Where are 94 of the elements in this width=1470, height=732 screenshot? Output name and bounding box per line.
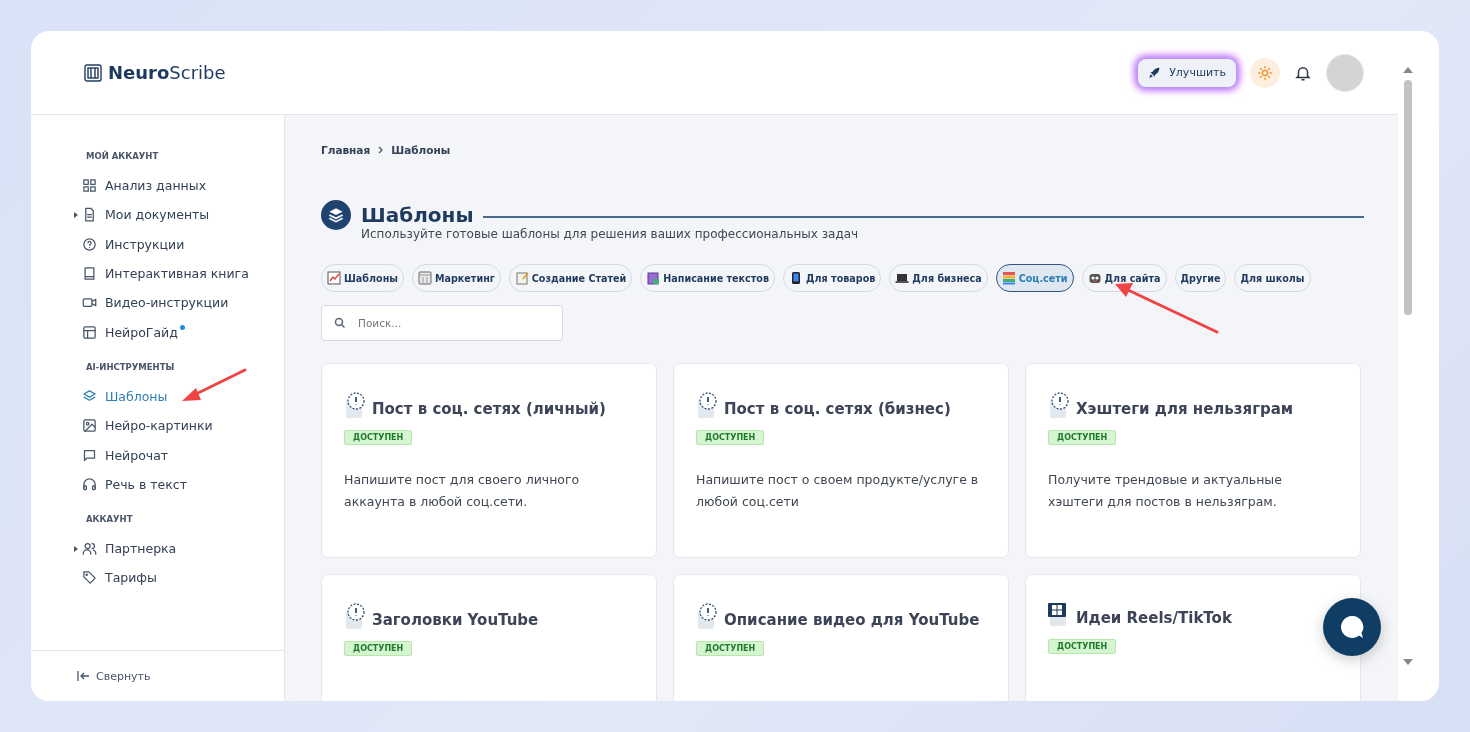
layout-icon <box>82 324 97 340</box>
section-heading: МОЙ АККАУНТ <box>86 151 160 161</box>
notice-icon <box>1048 392 1070 418</box>
status-badge: ДОСТУПЕН <box>344 641 413 656</box>
sidebar-item[interactable]: Мои документы <box>74 200 284 230</box>
search-field[interactable]: Поиск... <box>321 305 563 341</box>
category-tab[interactable]: Другие <box>1174 264 1227 292</box>
rocket-icon <box>1148 66 1162 79</box>
sidebar-item[interactable]: Нейрочат <box>74 440 284 470</box>
card-title: Пост в соц. сетях (бизнес) <box>724 400 951 418</box>
template-card[interactable]: Заголовки YouTube ДОСТУПЕН <box>321 574 657 701</box>
breadcrumb-link[interactable]: Главная <box>321 144 371 156</box>
chat-bubble-icon <box>1339 614 1365 640</box>
theme-toggle[interactable] <box>1250 57 1280 88</box>
card-description: Получите трендовые и актуальные хэштеги для постов в нельзяграм. <box>1048 471 1283 511</box>
sidebar-item[interactable]: Анализ данных <box>74 171 284 201</box>
calendar-icon <box>417 271 432 285</box>
scroll-up-icon[interactable] <box>1403 67 1413 73</box>
card-description: Напишите пост для своего личного аккаунта в любой соц.сети. <box>344 471 581 511</box>
chevron-icon <box>378 146 384 154</box>
logo-icon <box>84 63 102 82</box>
layers-icon <box>321 200 351 230</box>
category-tab[interactable]: Для сайта <box>1081 264 1167 292</box>
category-tab[interactable]: Соц.сети <box>995 264 1074 292</box>
notification-dot <box>179 325 185 331</box>
status-badge: ДОСТУПЕН <box>1048 430 1117 445</box>
laptop-icon <box>895 271 910 285</box>
annotation-arrow <box>182 368 247 401</box>
notice-icon <box>696 603 718 629</box>
notice-icon <box>344 603 366 629</box>
chart-icon <box>327 271 341 285</box>
sidebar-item[interactable]: Шаблоны <box>74 381 284 412</box>
expand-caret-icon[interactable] <box>74 211 78 218</box>
card-title: Хэштеги для нельзяграм <box>1076 400 1294 418</box>
collapse-arrow-icon <box>77 671 90 681</box>
category-tab[interactable]: Шаблоны <box>321 264 404 292</box>
collapse-button[interactable]: Свернуть <box>77 669 151 683</box>
breadcrumb-link[interactable]: Шаблоны <box>391 144 451 156</box>
phone-icon <box>789 271 803 285</box>
status-badge: ДОСТУПЕН <box>1048 639 1117 654</box>
template-card[interactable]: Идеи Reels/TikTok ДОСТУПЕН <box>1025 574 1361 701</box>
sidebar-item[interactable]: Интерактивная книга <box>74 258 284 289</box>
section-heading: AI-ИНСТРУМЕНТЫ <box>86 361 176 372</box>
sidebar-item[interactable]: Партнерка <box>74 533 284 564</box>
category-tab[interactable]: Написание текстов <box>640 264 775 292</box>
card-description: Напишите пост о своем продукте/услуге в любой соц.сети <box>696 471 980 511</box>
notice-icon <box>344 392 366 418</box>
search-icon <box>334 317 346 329</box>
status-badge: ДОСТУПЕН <box>344 430 413 445</box>
robot-icon <box>1087 271 1102 285</box>
document-icon <box>82 207 97 223</box>
notice-icon <box>696 392 718 418</box>
card-title: Пост в соц. сетях (личный) <box>372 400 606 418</box>
scrollbar-thumb[interactable] <box>1404 80 1412 315</box>
tag-icon <box>82 570 97 586</box>
sidebar-item[interactable]: Видео-инструкции <box>74 288 284 318</box>
memo-icon <box>514 271 529 285</box>
upgrade-button[interactable]: Улучшить <box>1138 58 1236 87</box>
layers-icon <box>82 388 97 404</box>
books-icon <box>1001 271 1016 285</box>
sidebar-item[interactable]: НейроГайд <box>74 317 284 347</box>
book-icon <box>82 266 97 282</box>
sidebar-item[interactable]: Тарифы <box>74 563 284 593</box>
status-badge: ДОСТУПЕН <box>696 430 765 445</box>
section-heading: АККАУНТ <box>86 513 134 524</box>
grid-icon <box>82 178 97 194</box>
sidebar-item[interactable]: Нейро-картинки <box>74 411 284 441</box>
template-card[interactable]: Пост в соц. сетях (бизнес) ДОСТУПЕН Напишите пост о своем продукте/услуге в любой соц.сети <box>673 363 1009 558</box>
category-tab[interactable]: Создание Статей <box>508 264 633 292</box>
logo-text: NeuroScribe <box>108 62 226 83</box>
category-tab[interactable]: Для товаров <box>783 264 882 292</box>
card-title: Заголовки YouTube <box>372 611 539 629</box>
image-icon <box>82 418 97 434</box>
template-card[interactable]: Пост в соц. сетях (личный) ДОСТУПЕН Напишите пост для своего личного аккаунта в любой соц.сети. <box>321 363 657 558</box>
headphones-icon <box>82 476 97 492</box>
scroll-down-icon[interactable] <box>1403 659 1413 665</box>
template-card[interactable]: Хэштеги для нельзяграм ДОСТУПЕН Получите трендовые и актуальные хэштеги для постов в нельзяграм. <box>1025 363 1361 558</box>
chat-icon <box>82 447 97 463</box>
template-card[interactable]: Описание видео для YouTube ДОСТУПЕН <box>673 574 1009 701</box>
sun-icon <box>1257 64 1273 81</box>
page-subtitle: Используйте готовые шаблоны для решения ваших профессиональных задач <box>361 227 860 241</box>
sidebar-item[interactable]: Речь в текст <box>74 469 284 499</box>
expand-caret-icon[interactable] <box>74 545 78 552</box>
category-tab[interactable]: Маркетинг <box>411 264 501 292</box>
users-icon <box>82 541 97 557</box>
help-icon <box>82 236 97 252</box>
card-title: Описание видео для YouTube <box>724 611 980 629</box>
status-badge: ДОСТУПЕН <box>696 641 765 656</box>
category-tab[interactable]: Для школы <box>1234 264 1311 292</box>
clipboard-icon <box>646 271 661 285</box>
page-title: Шаблоны <box>361 203 474 227</box>
sidebar-item[interactable]: Инструкции <box>74 229 284 259</box>
card-title: Идеи Reels/TikTok <box>1076 609 1232 627</box>
category-tab[interactable]: Для бизнеса <box>889 264 988 292</box>
